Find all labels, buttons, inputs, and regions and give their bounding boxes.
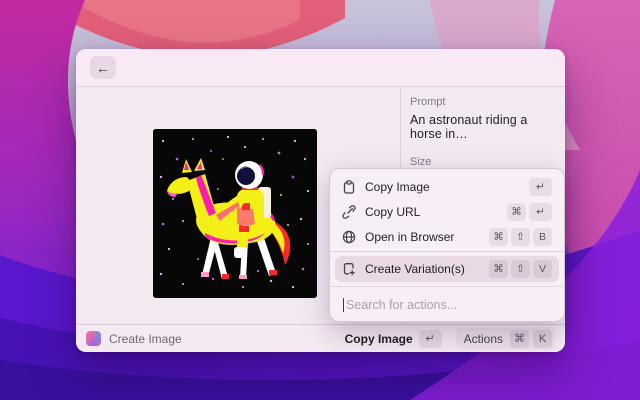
actions-search-input[interactable]: Search for actions... — [330, 287, 564, 322]
menu-item-copy-image[interactable]: Copy Image ↵ — [335, 174, 559, 199]
shift-key-badge: ⇧ — [511, 228, 530, 246]
size-label: Size — [410, 156, 555, 168]
cmd-key-badge: ⌘ — [489, 260, 508, 278]
prompt-value: An astronaut riding a horse in… — [410, 113, 555, 141]
return-key-badge: ↵ — [529, 203, 552, 221]
b-key-badge: B — [533, 228, 552, 246]
command-name: Create Image — [109, 332, 182, 346]
menu-item-create-variations[interactable]: Create Variation(s) ⌘ ⇧ V — [335, 256, 559, 282]
menu-item-label: Copy Image — [365, 180, 430, 194]
menu-item-label: Open in Browser — [365, 230, 454, 244]
cmd-key-badge: ⌘ — [489, 228, 508, 246]
cmd-key-badge: ⌘ — [510, 330, 529, 348]
return-key-badge: ↵ — [419, 330, 442, 348]
back-arrow-icon: ← — [96, 60, 110, 76]
shift-key-badge: ⇧ — [511, 260, 530, 278]
menu-divider — [330, 251, 564, 252]
menu-item-label: Create Variation(s) — [365, 262, 465, 276]
desktop: ← — [0, 0, 640, 400]
v-key-badge: V — [533, 260, 552, 278]
dalle-app-icon — [86, 331, 101, 346]
k-key-badge: K — [533, 330, 552, 348]
return-key-badge: ↵ — [529, 178, 552, 196]
actions-menu: Copy Image ↵ Copy URL ⌘ ↵ — [329, 168, 565, 322]
globe-icon — [342, 230, 356, 244]
menu-item-open-in-browser[interactable]: Open in Browser ⌘ ⇧ B — [335, 224, 559, 249]
window-header: ← — [76, 49, 565, 87]
clipboard-icon — [342, 180, 356, 194]
duplicate-icon — [342, 262, 356, 276]
cmd-key-badge: ⌘ — [507, 203, 526, 221]
text-caret — [343, 298, 344, 312]
actions-button[interactable]: Actions ⌘ K — [456, 328, 555, 350]
search-placeholder: Search for actions... — [346, 298, 457, 312]
back-button[interactable]: ← — [90, 56, 116, 79]
menu-item-label: Copy URL — [365, 205, 420, 219]
actions-label: Actions — [464, 332, 503, 346]
primary-action-label[interactable]: Copy Image — [345, 332, 413, 346]
menu-item-copy-url[interactable]: Copy URL ⌘ ↵ — [335, 199, 559, 224]
prompt-label: Prompt — [410, 96, 555, 108]
generated-image[interactable] — [153, 129, 317, 298]
link-icon — [342, 205, 356, 219]
status-bar: Create Image Copy Image ↵ Actions ⌘ K — [76, 324, 565, 352]
astronaut-horse-illustration — [153, 129, 317, 297]
